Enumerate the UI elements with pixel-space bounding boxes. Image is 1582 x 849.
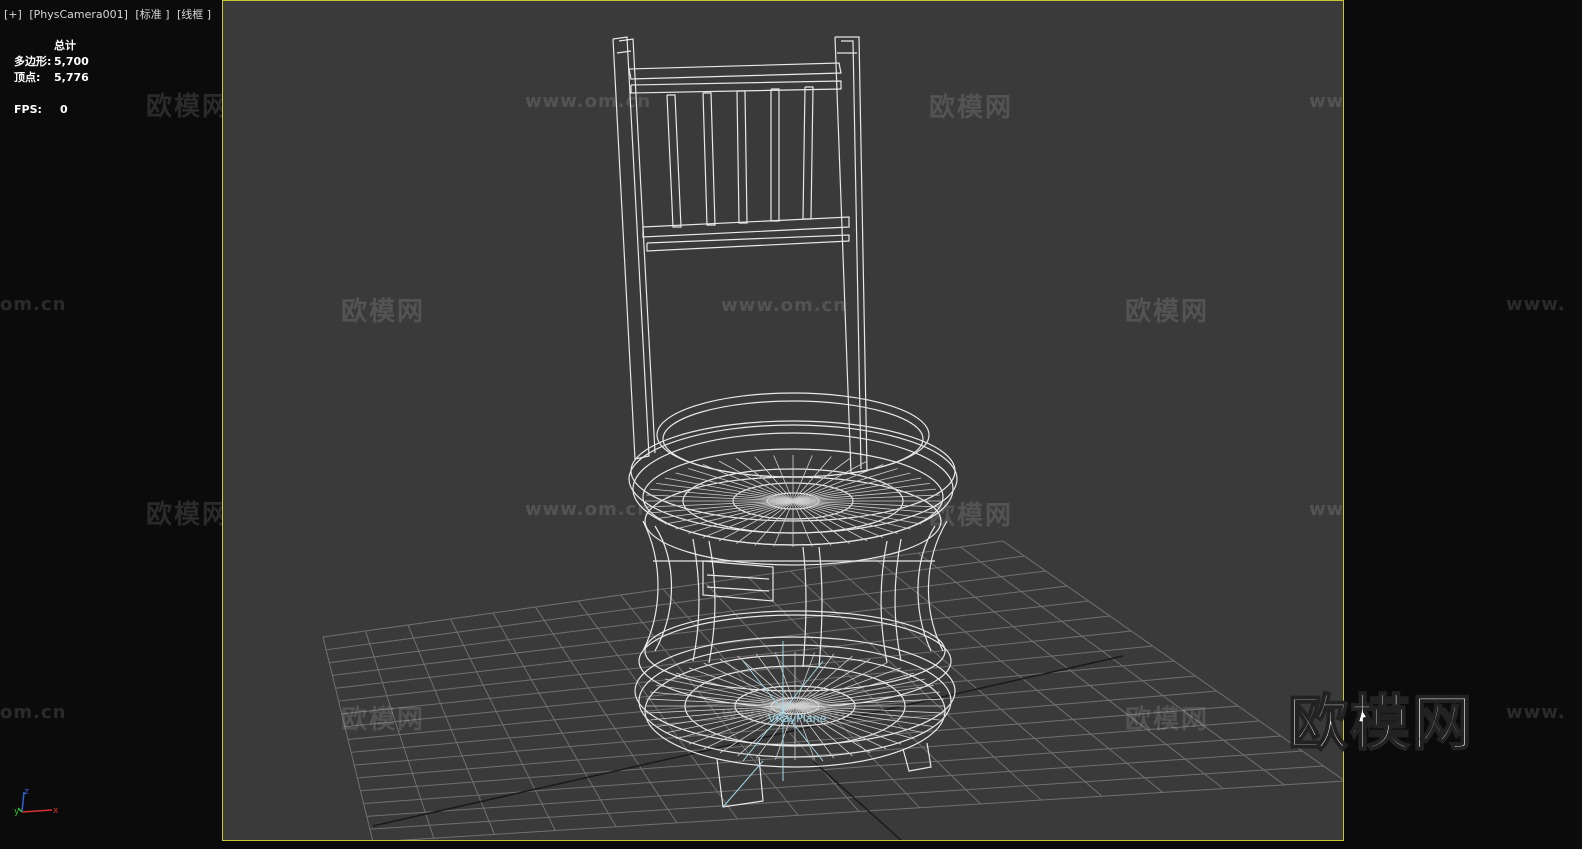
z-axis-label: z — [24, 787, 29, 797]
wire-radial — [792, 488, 936, 502]
wire-radial — [792, 500, 832, 546]
watermark-url: www.om.cn — [1309, 91, 1344, 112]
watermark-url: om.cn — [0, 702, 67, 723]
stats-header: 总计 — [54, 39, 76, 52]
axis-gizmo: x z y — [14, 787, 59, 817]
vrayplane-label: VRayPlane — [768, 712, 827, 725]
view-mode-button[interactable]: [标准 ] — [135, 8, 169, 21]
viewport-menu-button[interactable]: [+] — [4, 8, 22, 21]
grid-line — [366, 750, 1303, 817]
polygons-value: 5,700 — [54, 55, 89, 68]
fps-value: 0 — [60, 103, 68, 116]
watermark-brand: 欧模网 — [341, 297, 426, 327]
wire-radial — [792, 500, 936, 514]
shading-mode-button[interactable]: [线框 ] — [177, 8, 211, 21]
vertices-label: 顶点: — [14, 71, 41, 84]
camera-view-button[interactable]: [PhysCamera001] — [29, 8, 128, 21]
chair-wireframe — [612, 36, 958, 808]
watermark-url: om.cn — [0, 294, 67, 315]
watermark-url: www.om.cn — [525, 91, 652, 112]
brand-watermark-large: 欧模网 — [1287, 688, 1474, 760]
watermark-url: www.om.cn — [525, 499, 652, 520]
polygons-label: 多边形: — [14, 55, 52, 68]
x-axis-line — [21, 809, 53, 813]
viewport-label: [+] [PhysCamera001] [标准 ] [线框 ] — [4, 6, 215, 22]
watermark-brand: 欧模网 — [146, 500, 231, 530]
wire-radial — [792, 456, 832, 502]
vertices-value: 5,776 — [54, 71, 89, 84]
watermark-url: www.om.cn — [721, 295, 848, 316]
wire-radial — [754, 456, 794, 502]
grid-line — [832, 564, 1103, 797]
watermark-brand: 欧模网 — [929, 501, 1014, 531]
watermark-brand: 欧模网 — [929, 93, 1014, 123]
x-axis-label: x — [53, 806, 59, 816]
wire-radial — [650, 488, 794, 502]
wire-radial — [754, 500, 794, 546]
stats-overlay: 总计 多边形: 5,700 顶点: 5,776 FPS: 0 — [14, 38, 89, 118]
watermark-brand: 欧模网 — [1125, 705, 1210, 735]
y-axis-label: y — [14, 807, 20, 817]
grid-line — [960, 546, 1285, 786]
watermark-url: www. — [1506, 294, 1566, 315]
watermark-brand: 欧模网 — [341, 705, 426, 735]
watermark-url: www.om.cn — [1309, 499, 1344, 520]
watermark-brand: 欧模网 — [146, 92, 231, 122]
watermark-brand: 欧模网 — [1125, 297, 1210, 327]
wire-radial — [794, 653, 835, 707]
grid-line — [369, 765, 1324, 830]
fps-label: FPS: — [14, 103, 42, 116]
watermark-url: www. — [1506, 702, 1566, 723]
wire-radial — [650, 500, 794, 514]
wire-radial — [755, 653, 796, 707]
